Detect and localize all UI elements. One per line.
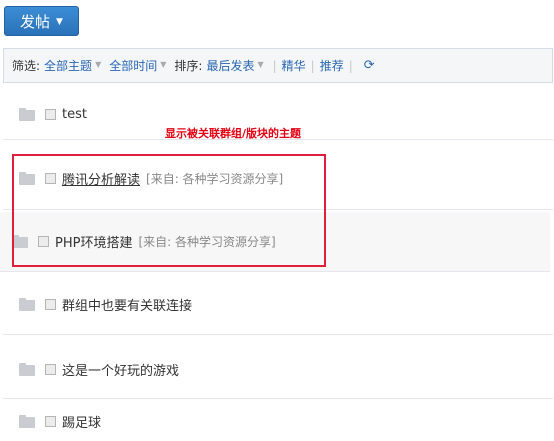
post-button[interactable]: 发帖 ▼ [4,6,79,36]
thread-checkbox[interactable] [45,364,56,375]
forum-thread-list-page: 发帖 ▼ 筛选: 全部主题 ▼ 全部时间 ▼ 排序: 最后发表 ▼ | 精华 |… [0,0,554,441]
time-filter-dropdown[interactable]: 全部时间 [109,57,157,74]
filter-label: 筛选: [12,59,41,73]
thread-title[interactable]: test [62,107,87,122]
folder-icon [19,108,35,121]
thread-title[interactable]: 这是一个好玩的游戏 [62,360,179,379]
thread-row: 这是一个好玩的游戏 [3,341,553,399]
sort-dropdown[interactable]: 最后发表 [206,57,254,74]
divider: | [310,58,315,73]
elite-filter-link[interactable]: 精华 [282,57,306,74]
divider: | [348,58,353,73]
refresh-icon[interactable]: ⟳ [364,58,375,73]
chevron-down-icon: ▼ [95,60,102,69]
topic-filter-dropdown[interactable]: 全部主题 [44,57,92,74]
annotation-highlight-box [12,154,326,267]
thread-title[interactable]: 踢足球 [62,412,101,431]
thread-title[interactable]: 群组中也要有关联连接 [62,295,192,314]
thread-row: 群组中也要有关联连接 [3,275,553,335]
chevron-down-icon: ▼ [160,60,167,69]
post-button-label: 发帖 [20,12,51,31]
annotation-label: 显示被关联群组/版块的主题 [165,127,302,140]
recommend-filter-link[interactable]: 推荐 [320,57,344,74]
folder-icon [19,363,35,376]
sort-label: 排序: [174,59,203,73]
folder-icon [19,414,35,428]
filter-bar: 筛选: 全部主题 ▼ 全部时间 ▼ 排序: 最后发表 ▼ | 精华 | 推荐 |… [3,48,553,83]
thread-checkbox[interactable] [45,109,56,120]
chevron-down-icon: ▼ [257,60,264,69]
chevron-down-icon: ▼ [56,17,63,27]
thread-checkbox[interactable] [45,415,56,427]
thread-checkbox[interactable] [45,299,56,310]
thread-row: 踢足球 [3,401,553,441]
divider: | [272,58,277,73]
folder-icon [19,298,35,311]
